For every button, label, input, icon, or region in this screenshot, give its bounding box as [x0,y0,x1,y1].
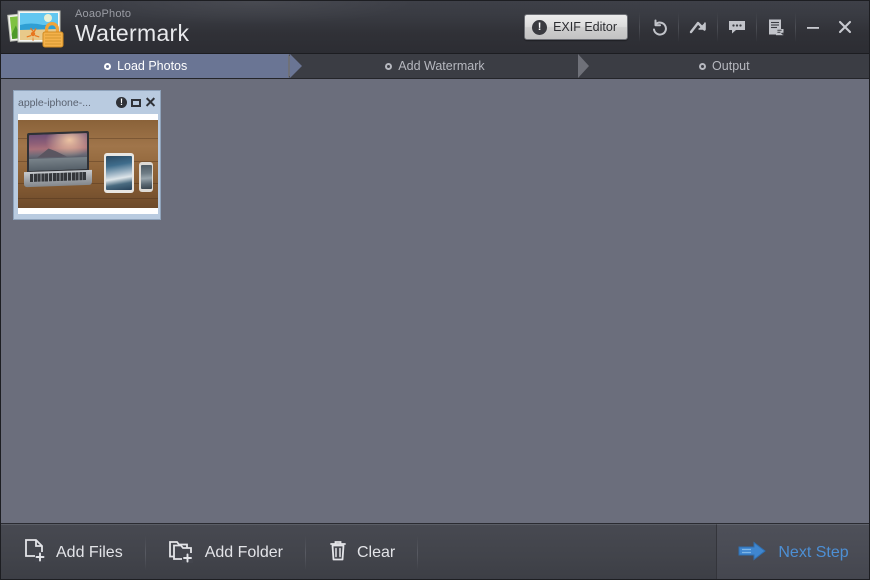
step-dot-icon [104,62,112,70]
toolbar-divider [795,12,796,42]
exif-editor-label: EXIF Editor [553,20,617,34]
add-files-button[interactable]: Add Files [1,525,145,579]
add-folder-button[interactable]: Add Folder [146,525,305,579]
iphone-illustration [139,162,153,192]
photo-thumbnail-card[interactable]: apple-iphone-... ! [13,90,161,220]
step-label: Add Watermark [398,59,485,73]
step-progress-bar: Load Photos Add Watermark Output [1,54,869,79]
application-window: AoaoPhoto Watermark ! EXIF Editor Load P… [0,0,870,580]
step-load-photos[interactable]: Load Photos [1,54,303,78]
toolbar-divider [639,12,640,42]
step-output[interactable]: Output [577,54,869,78]
thumbnail-filename: apple-iphone-... [18,96,91,109]
clear-button[interactable]: Clear [306,525,417,579]
close-button[interactable] [829,12,861,42]
step-dot-icon [385,62,393,70]
brand-company: AoaoPhoto [75,8,132,20]
maximize-icon[interactable] [131,98,141,107]
info-icon[interactable]: ! [116,97,127,108]
step-dot-icon [699,62,707,70]
brand-product: Watermark [75,20,190,46]
undo-icon[interactable] [641,12,677,42]
arrow-right-icon [737,540,767,567]
ipad-illustration [104,153,134,193]
thumbnail-image [18,114,158,214]
exif-editor-button[interactable]: ! EXIF Editor [524,14,628,40]
file-add-icon [23,538,47,569]
close-icon[interactable] [145,97,156,108]
bottom-toolbar: Add Files Add Folder Clear Next Step [1,524,869,579]
next-step-label: Next Step [778,544,849,561]
step-add-watermark[interactable]: Add Watermark [288,54,580,78]
macbook-illustration [24,130,92,188]
step-label: Load Photos [117,59,188,73]
photo-preview [18,120,158,208]
title-bar: AoaoPhoto Watermark ! EXIF Editor [1,1,869,54]
add-files-label: Add Files [56,544,123,561]
clear-label: Clear [356,544,396,561]
toolbar-divider [717,12,718,42]
next-step-button[interactable]: Next Step [716,524,869,579]
bottom-divider [417,536,419,570]
trash-icon [328,539,348,568]
redo-arrow-icon[interactable] [680,12,716,42]
feedback-bubble-icon[interactable] [719,12,755,42]
photo-list-area[interactable]: apple-iphone-... ! [1,79,869,524]
exif-badge-icon: ! [532,19,548,35]
toolbar-divider [678,12,679,42]
step-label: Output [712,59,750,73]
toolbar-divider [756,12,757,42]
step-chevron-icon [577,54,590,78]
thumbnail-actions: ! [112,97,156,108]
add-folder-label: Add Folder [204,544,283,561]
bottom-actions: Add Files Add Folder Clear [1,524,716,579]
thumbnail-header: apple-iphone-... ! [18,94,156,111]
minimize-button[interactable] [797,12,829,42]
title-bar-actions: ! EXIF Editor [524,1,869,53]
register-document-icon[interactable] [758,12,794,42]
brand-block: AoaoPhoto Watermark [75,9,189,45]
app-logo [7,5,69,49]
folder-add-icon [168,538,196,569]
